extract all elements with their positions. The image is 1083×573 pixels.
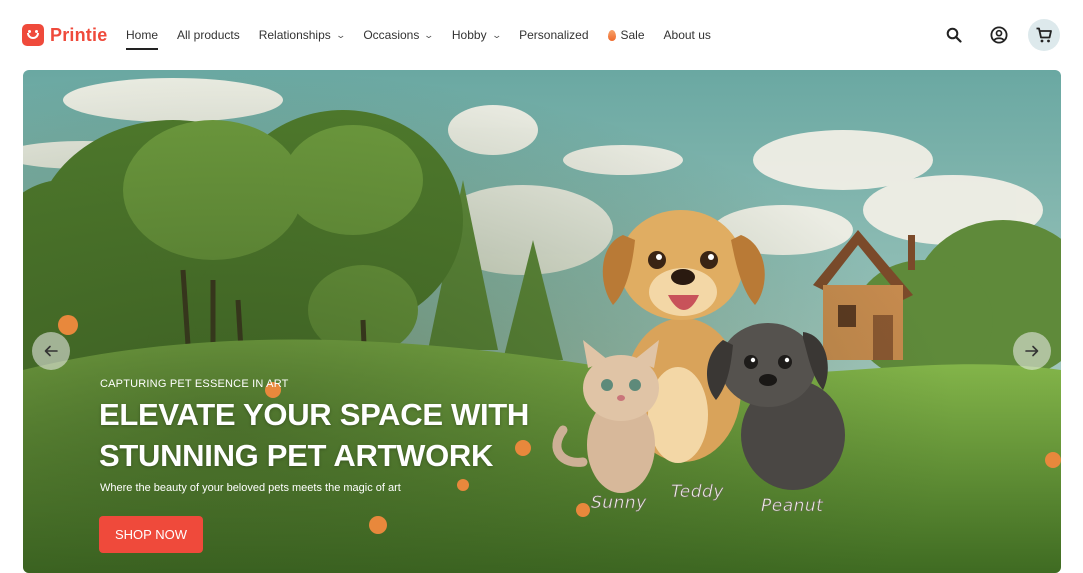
chevron-down-icon: ⌄ <box>423 29 435 40</box>
carousel-prev-button[interactable] <box>32 332 70 370</box>
main-nav: Home All products Relationships ⌄ Occasio… <box>126 27 730 50</box>
nav-label: All products <box>177 28 240 42</box>
carousel-next-button[interactable] <box>1013 332 1051 370</box>
account-button[interactable] <box>984 20 1014 50</box>
nav-label: Occasions <box>363 28 420 42</box>
nav-item-about-us[interactable]: About us <box>664 27 711 43</box>
nav-item-home[interactable]: Home <box>126 27 159 50</box>
hero-illustration <box>23 70 1061 573</box>
brand-logo[interactable]: Printie <box>22 23 107 47</box>
nav-label: Hobby <box>451 28 487 42</box>
hero-subline: Where the beauty of your beloved pets me… <box>100 482 401 494</box>
shop-now-button[interactable]: SHOP NOW <box>99 516 203 553</box>
nav-label: Sale <box>620 28 645 42</box>
search-icon <box>946 27 962 43</box>
chevron-down-icon: ⌄ <box>335 29 346 40</box>
search-button[interactable] <box>939 20 969 50</box>
nav-item-occasions[interactable]: Occasions ⌄ <box>363 27 435 43</box>
pet-name-label: Teddy <box>671 482 724 503</box>
brand-name: Printie <box>50 24 108 45</box>
pet-name-label: Sunny <box>591 493 647 514</box>
nav-label: Relationships <box>258 28 331 42</box>
nav-label: About us <box>663 28 711 42</box>
nav-label: Home <box>126 28 159 42</box>
cart-button[interactable] <box>1028 19 1060 51</box>
site-header: Printie Home All products Relationships ⌄… <box>0 0 1083 70</box>
nav-label: Personalized <box>519 28 589 42</box>
hero-eyebrow: CAPTURING PET ESSENCE IN ART <box>100 378 289 390</box>
flame-icon <box>607 29 616 41</box>
nav-item-all-products[interactable]: All products <box>177 27 240 43</box>
cart-icon <box>1036 27 1052 43</box>
logo-icon <box>22 24 44 46</box>
hero-banner: Sunny Teddy Peanut CAPTURING PET ESSENCE… <box>23 70 1061 573</box>
account-icon <box>990 26 1008 44</box>
nav-item-relationships[interactable]: Relationships ⌄ <box>258 27 346 43</box>
nav-item-hobby[interactable]: Hobby ⌄ <box>451 27 502 43</box>
pet-name-label: Peanut <box>761 496 824 517</box>
chevron-down-icon: ⌄ <box>491 29 502 40</box>
hero-headline: ELEVATE YOUR SPACE WITH STUNNING PET ART… <box>99 397 530 473</box>
nav-item-personalized[interactable]: Personalized <box>519 27 588 43</box>
arrow-left-icon <box>44 345 58 357</box>
nav-item-sale[interactable]: Sale <box>607 27 645 43</box>
arrow-right-icon <box>1025 345 1039 357</box>
